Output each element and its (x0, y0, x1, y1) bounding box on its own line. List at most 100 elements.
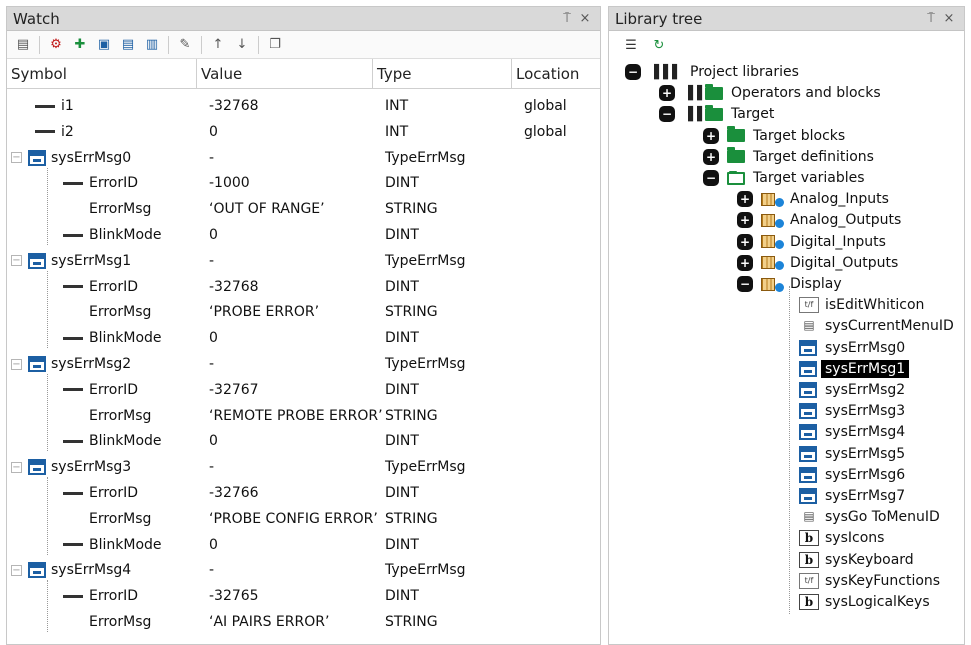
copy-icon[interactable]: ❐ (266, 36, 284, 54)
library-add-icon[interactable]: ☰ (620, 36, 642, 54)
byte-variable-icon: b (799, 530, 819, 547)
tree-node-label: sysErrMsg0 (825, 339, 906, 356)
tree-node[interactable]: + Digital_Inputs (737, 231, 886, 253)
collapse-icon[interactable]: − (659, 106, 675, 123)
collapse-icon[interactable]: − (11, 152, 22, 164)
symbol-name: ErrorMsg (89, 304, 152, 321)
expand-icon[interactable]: + (737, 233, 753, 250)
watch-list-icon[interactable]: ▤ (14, 36, 32, 54)
table-row[interactable]: BlinkMode 0 DINT (7, 328, 600, 348)
expand-icon[interactable]: + (737, 212, 753, 229)
tree-node-label: Operators and blocks (731, 85, 881, 102)
remove-watch-icon[interactable]: ⚙ (47, 36, 65, 54)
struct-row[interactable]: − sysErrMsg4 - TypeErrMsg (7, 560, 600, 580)
tree-node[interactable]: + Target blocks (703, 125, 845, 147)
table-row[interactable]: ErrorID -32766 DINT (7, 483, 600, 503)
value-cell: ‘OUT OF RANGE’ (209, 201, 325, 218)
column-value[interactable]: Value (197, 59, 373, 88)
tree-node[interactable]: sysErrMsg1 (799, 358, 910, 380)
expand-icon[interactable]: + (737, 191, 753, 208)
refresh-list-icon[interactable]: ▥ (143, 36, 161, 54)
pin-icon[interactable]: ⍑ (922, 11, 940, 26)
struct-row[interactable]: − sysErrMsg2 - TypeErrMsg (7, 354, 600, 374)
type-cell: STRING (385, 304, 438, 321)
value-cell: 0 (209, 536, 218, 553)
table-row[interactable]: ErrorID -32765 DINT (7, 586, 600, 606)
tree-node[interactable]: b sysKeyboard (799, 549, 914, 571)
symbol-cell: − sysErrMsg4 (11, 562, 131, 579)
table-row[interactable]: ErrorMsg ‘REMOTE PROBE ERROR’ STRING (7, 406, 600, 426)
collapse-icon[interactable]: − (11, 255, 22, 267)
tree-node[interactable]: + Analog_Outputs (737, 209, 901, 231)
tree-node[interactable]: sysErrMsg0 (799, 337, 905, 359)
table-row[interactable]: ErrorMsg ‘AI PAIRS ERROR’ STRING (7, 612, 600, 632)
collapse-icon[interactable]: − (11, 358, 22, 370)
tree-node[interactable]: + Analog_Inputs (737, 188, 889, 210)
tree-node[interactable]: + Digital_Outputs (737, 252, 898, 274)
symbol-cell: ErrorMsg (89, 201, 151, 217)
type-cell: DINT (385, 227, 419, 243)
move-up-icon[interactable]: ↑ (209, 36, 227, 54)
tree-node[interactable]: sysErrMsg6 (799, 464, 905, 486)
tree-node[interactable]: − Target variables (703, 167, 865, 189)
struct-icon (28, 562, 46, 579)
tree-node[interactable]: t/f sysKeyFunctions (799, 570, 940, 592)
column-type[interactable]: Type (373, 59, 512, 88)
add-watch-icon[interactable]: ✚ (71, 36, 89, 54)
column-location[interactable]: Location (512, 59, 600, 88)
table-row[interactable]: ErrorID -32767 DINT (7, 380, 600, 400)
table-row[interactable]: ErrorMsg ‘PROBE CONFIG ERROR’ STRING (7, 509, 600, 529)
symbol-cell: i2 (35, 124, 74, 140)
collapse-icon[interactable]: − (737, 276, 753, 292)
collapse-icon[interactable]: − (625, 64, 641, 80)
expand-icon[interactable]: + (737, 254, 753, 271)
table-row[interactable]: i2 0 INT global (7, 122, 600, 142)
symbol-cell: BlinkMode (63, 433, 162, 449)
tree-guide-line (47, 374, 48, 452)
tree-node[interactable]: + Target definitions (703, 146, 874, 168)
tree-node[interactable]: b sysLogicalKeys (799, 591, 930, 613)
collapse-icon[interactable]: − (11, 564, 22, 576)
table-row[interactable]: BlinkMode 0 DINT (7, 431, 600, 451)
tree-node[interactable]: b sysIcons (799, 527, 884, 549)
expand-icon[interactable]: + (659, 85, 675, 102)
tree-node[interactable]: ▤ sysCurrentMenuID (799, 315, 953, 337)
tree-node[interactable]: ▤ sysGo ToMenuID (799, 506, 940, 528)
tree-node[interactable]: − ▐▐▐ Project libraries (625, 61, 799, 83)
table-row[interactable]: BlinkMode 0 DINT (7, 225, 600, 245)
tree-node[interactable]: t/f isEditWhiticon (799, 294, 924, 316)
move-down-icon[interactable]: ↓ (233, 36, 251, 54)
table-row[interactable]: ErrorMsg ‘OUT OF RANGE’ STRING (7, 199, 600, 219)
expand-icon[interactable]: + (703, 127, 719, 144)
variable-group-icon (761, 213, 775, 227)
tree-node[interactable]: sysErrMsg4 (799, 421, 905, 443)
column-symbol[interactable]: Symbol (7, 59, 197, 88)
struct-row[interactable]: − sysErrMsg0 - TypeErrMsg (7, 148, 600, 168)
struct-icon (799, 445, 817, 462)
table-row[interactable]: i1 -32768 INT global (7, 96, 600, 116)
close-icon[interactable]: × (940, 11, 958, 26)
save-list-icon[interactable]: ▤ (119, 36, 137, 54)
tree-node[interactable]: − ▐▐ Target (659, 103, 774, 125)
struct-row[interactable]: − sysErrMsg3 - TypeErrMsg (7, 457, 600, 477)
tree-node[interactable]: + ▐▐ Operators and blocks (659, 82, 881, 104)
table-row[interactable]: ErrorMsg ‘PROBE ERROR’ STRING (7, 302, 600, 322)
library-refresh-icon[interactable]: ↻ (648, 36, 670, 54)
pin-icon[interactable]: ⍑ (558, 11, 576, 26)
collapse-icon[interactable]: − (11, 461, 22, 473)
table-row[interactable]: BlinkMode 0 DINT (7, 535, 600, 555)
tree-node[interactable]: sysErrMsg5 (799, 443, 905, 465)
struct-row[interactable]: − sysErrMsg1 - TypeErrMsg (7, 251, 600, 271)
table-row[interactable]: ErrorID -32768 DINT (7, 277, 600, 297)
tree-node[interactable]: sysErrMsg2 (799, 379, 905, 401)
collapse-icon[interactable]: − (703, 170, 719, 186)
load-list-icon[interactable]: ▣ (95, 36, 113, 54)
value-cell: - (209, 459, 215, 476)
close-icon[interactable]: × (576, 11, 594, 26)
struct-icon (799, 424, 817, 441)
table-row[interactable]: ErrorID -1000 DINT (7, 173, 600, 193)
write-value-icon[interactable]: ✎ (176, 36, 194, 54)
tree-node[interactable]: sysErrMsg3 (799, 400, 905, 422)
expand-icon[interactable]: + (703, 148, 719, 165)
tree-node[interactable]: sysErrMsg7 (799, 485, 905, 507)
